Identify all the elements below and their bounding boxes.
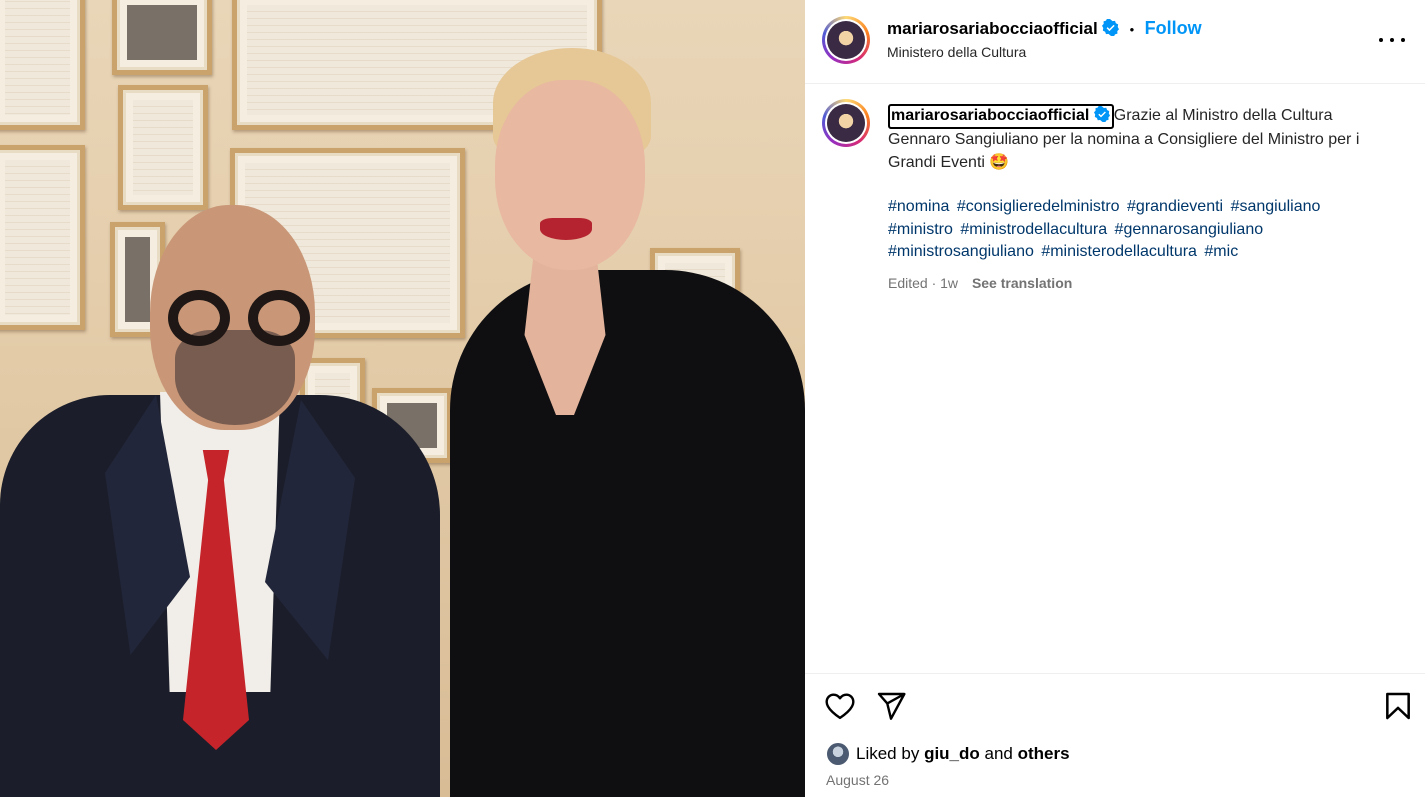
likes-summary: Liked by giu_do and others bbox=[826, 742, 1070, 766]
hashtag-link[interactable]: #nomina bbox=[888, 198, 949, 215]
liker-username[interactable]: giu_do bbox=[924, 744, 980, 764]
wall-frame bbox=[0, 0, 85, 130]
more-options-icon[interactable] bbox=[1379, 28, 1405, 52]
wall-frame bbox=[0, 145, 85, 330]
paper-plane-icon[interactable] bbox=[875, 690, 907, 722]
bookmark-icon[interactable] bbox=[1382, 690, 1414, 722]
wall-frame bbox=[112, 0, 212, 75]
edited-timestamp: Edited · 1w bbox=[888, 274, 959, 291]
caption-username-text: mariarosariabocciaofficial bbox=[891, 107, 1090, 124]
verified-badge-icon bbox=[1102, 18, 1120, 41]
caption: mariarosariabocciaofficial Grazie al Min… bbox=[888, 104, 1378, 294]
hashtag-link[interactable]: #ministro bbox=[888, 221, 953, 238]
follow-button[interactable]: Follow bbox=[1145, 18, 1202, 38]
hashtag-link[interactable]: #consiglieredelministro bbox=[957, 198, 1120, 215]
hashtag-link[interactable]: #ministerodellacultura bbox=[1041, 243, 1197, 260]
separator-dot: • bbox=[1129, 22, 1135, 37]
man-glasses bbox=[168, 290, 318, 348]
action-bar: Liked by giu_do and others August 26 bbox=[805, 673, 1425, 797]
wall-frame bbox=[118, 85, 208, 210]
likes-others-link[interactable]: others bbox=[1018, 744, 1070, 764]
likes-prefix: Liked by bbox=[856, 744, 920, 763]
hashtag-link[interactable]: #gennarosangiuliano bbox=[1115, 221, 1264, 238]
caption-meta: Edited · 1w See translation bbox=[888, 272, 1378, 295]
hashtag-link[interactable]: #ministrosangiuliano bbox=[888, 243, 1034, 260]
location-link[interactable]: Ministero della Cultura bbox=[887, 44, 1026, 60]
woman-lips bbox=[540, 218, 592, 240]
post-image[interactable] bbox=[0, 0, 805, 797]
hashtag-link[interactable]: #mic bbox=[1204, 243, 1238, 260]
caption-avatar[interactable] bbox=[822, 99, 870, 147]
header-username[interactable]: mariarosariabocciaofficial bbox=[887, 19, 1098, 38]
liker-avatar[interactable] bbox=[826, 742, 850, 766]
post-side-panel: mariarosariabocciaofficial • Follow Mini… bbox=[805, 0, 1425, 797]
verified-badge-icon bbox=[1093, 105, 1110, 127]
caption-username[interactable]: mariarosariabocciaofficial bbox=[888, 104, 1114, 129]
heart-icon[interactable] bbox=[824, 690, 856, 722]
woman-dress bbox=[450, 270, 805, 797]
hashtag-link[interactable]: #sangiuliano bbox=[1231, 198, 1321, 215]
post-header: mariarosariabocciaofficial • Follow Mini… bbox=[805, 0, 1425, 84]
hashtag-list: #nomina #consiglieredelministro #grandie… bbox=[888, 196, 1378, 264]
woman-head bbox=[495, 80, 645, 270]
hashtag-link[interactable]: #grandieventi bbox=[1127, 198, 1223, 215]
avatar[interactable] bbox=[822, 16, 870, 64]
likes-joiner: and bbox=[984, 744, 1013, 763]
see-translation-link[interactable]: See translation bbox=[972, 275, 1072, 291]
hashtag-link[interactable]: #ministrodellacultura bbox=[960, 221, 1107, 238]
post-date[interactable]: August 26 bbox=[826, 772, 889, 788]
